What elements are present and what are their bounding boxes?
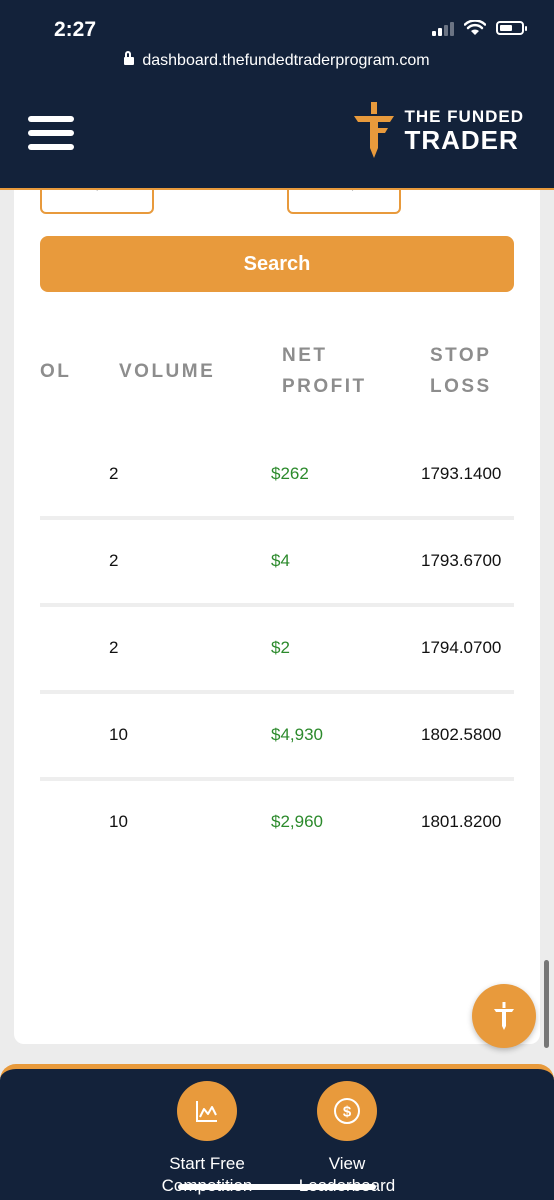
trades-card: Dec 6, 2022 Dec 16, 2022 Search OL VOLUM… [14, 190, 540, 1044]
cellular-signal-icon [432, 20, 454, 36]
cell-stop-loss: 1793.6700 [421, 551, 502, 570]
dollar-icon: $ [334, 1098, 360, 1124]
cell-stop-loss: 1794.0700 [421, 638, 502, 657]
status-time: 2:27 [54, 18, 97, 41]
cell-stop-loss: 1802.5800 [421, 725, 502, 744]
row-divider [40, 516, 514, 520]
home-indicator [178, 1184, 376, 1190]
floating-action-button[interactable] [472, 984, 536, 1048]
svg-text:$: $ [343, 1104, 352, 1121]
start-free-competition-button[interactable]: Start Free Competition [142, 1081, 272, 1197]
cell-net-profit: $2 [271, 638, 290, 657]
chart-icon [196, 1101, 217, 1122]
col-header-stop-loss: STOP LOSS [430, 345, 492, 397]
sword-logo-icon [354, 102, 395, 158]
cell-net-profit: $4,930 [271, 725, 323, 744]
lock-icon [124, 51, 135, 65]
brand-line2: TRADER [404, 125, 519, 155]
cell-volume: 2 [109, 551, 119, 570]
status-icons [432, 20, 527, 36]
date-to-input[interactable]: Dec 16, 2022 [287, 190, 401, 214]
table-row: 10 $2,960 1801.8200 [40, 794, 514, 854]
cell-stop-loss: 1801.8200 [421, 812, 502, 831]
table-row: 2 $4 1793.6700 [40, 533, 514, 593]
brand-line1: THE FUNDED [404, 107, 524, 126]
row-divider [40, 603, 514, 607]
nav-label: View Leaderboard [299, 1154, 395, 1195]
page-scrollbar[interactable] [544, 960, 549, 1048]
cell-volume: 2 [109, 638, 119, 657]
cell-net-profit: $4 [271, 551, 290, 570]
col-header-volume: VOLUME [119, 361, 216, 382]
site-header: 2:27 dashboard.thefundedtraderprogram.co… [0, 0, 554, 190]
brand-logo[interactable]: THE FUNDED TRADER [352, 100, 524, 160]
table-row: 2 $262 1793.1400 [40, 446, 514, 506]
cell-volume: 10 [109, 725, 128, 744]
cell-stop-loss: 1793.1400 [421, 464, 502, 483]
table-row: 2 $2 1794.0700 [40, 620, 514, 680]
address-bar[interactable]: dashboard.thefundedtraderprogram.com [0, 51, 554, 70]
table-row: 10 $4,930 1802.5800 [40, 707, 514, 767]
view-leaderboard-button[interactable]: $ View Leaderboard [282, 1081, 412, 1197]
bottom-nav: Start Free Competition $ View Leaderboar… [0, 1064, 554, 1200]
menu-button[interactable] [28, 116, 74, 152]
nav-label: Start Free Competition [162, 1154, 253, 1195]
col-header-symbol: OL [40, 361, 72, 382]
wifi-icon [464, 20, 486, 35]
cell-net-profit: $262 [271, 464, 309, 483]
url-text: dashboard.thefundedtraderprogram.com [142, 52, 430, 69]
cell-volume: 2 [109, 464, 119, 483]
cell-volume: 10 [109, 812, 128, 831]
col-header-net-profit: NET PROFIT [282, 345, 367, 397]
logo-icon [494, 1002, 514, 1030]
row-divider [40, 777, 514, 781]
search-button[interactable]: Search [40, 236, 514, 292]
battery-icon [496, 21, 527, 35]
row-divider [40, 690, 514, 694]
cell-net-profit: $2,960 [271, 812, 323, 831]
date-from-input[interactable]: Dec 6, 2022 [40, 190, 154, 214]
